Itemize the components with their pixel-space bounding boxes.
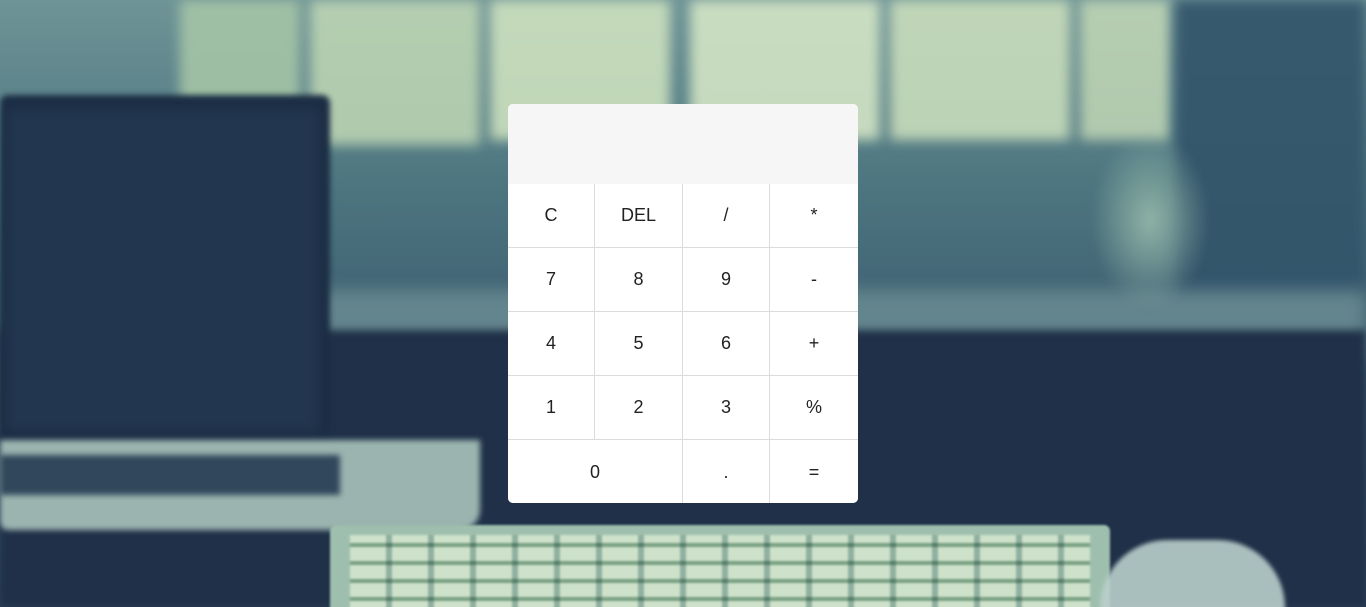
digit-5-button[interactable]: 5 (595, 312, 683, 376)
decimal-button[interactable]: . (683, 440, 770, 503)
calculator: C DEL / * 7 8 9 - 4 5 6 + 1 2 3 % 0 . = (508, 104, 858, 503)
digit-9-button[interactable]: 9 (683, 248, 770, 312)
digit-7-button[interactable]: 7 (508, 248, 595, 312)
plus-button[interactable]: + (770, 312, 858, 376)
delete-button[interactable]: DEL (595, 184, 683, 248)
digit-1-button[interactable]: 1 (508, 376, 595, 440)
equals-button[interactable]: = (770, 440, 858, 503)
digit-3-button[interactable]: 3 (683, 376, 770, 440)
percent-button[interactable]: % (770, 376, 858, 440)
calculator-display (508, 104, 858, 184)
digit-0-button[interactable]: 0 (508, 440, 683, 503)
digit-6-button[interactable]: 6 (683, 312, 770, 376)
digit-2-button[interactable]: 2 (595, 376, 683, 440)
multiply-button[interactable]: * (770, 184, 858, 248)
clear-button[interactable]: C (508, 184, 595, 248)
calculator-keypad: C DEL / * 7 8 9 - 4 5 6 + 1 2 3 % 0 . = (508, 184, 858, 503)
digit-8-button[interactable]: 8 (595, 248, 683, 312)
divide-button[interactable]: / (683, 184, 770, 248)
minus-button[interactable]: - (770, 248, 858, 312)
digit-4-button[interactable]: 4 (508, 312, 595, 376)
